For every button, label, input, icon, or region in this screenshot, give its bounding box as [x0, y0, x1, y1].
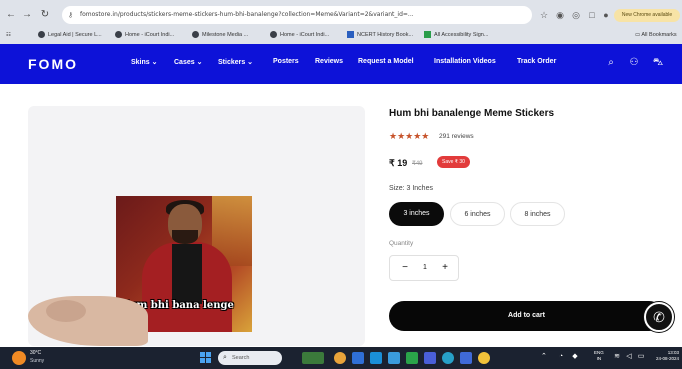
tray-app-icon[interactable]: ◔: [556, 352, 566, 362]
tray-overflow-icon[interactable]: ⌃: [541, 352, 547, 360]
browser-toolbar: ← → ↻ ⚷ fomostore.in/products/stickers-m…: [0, 4, 682, 26]
size-label: Size: 3 Inches: [389, 185, 433, 192]
size-option-6-inches[interactable]: 6 inches: [450, 202, 505, 226]
account-icon[interactable]: ⚇: [628, 57, 640, 69]
rating-stars[interactable]: ★★★★★: [389, 131, 429, 142]
profile-avatar-icon[interactable]: ●: [600, 9, 612, 21]
browser-chrome: ← → ↻ ⚷ fomostore.in/products/stickers-m…: [0, 0, 682, 44]
nav-cases[interactable]: Cases ⌄: [174, 58, 202, 66]
taskbar-search-input[interactable]: ⌕ Search: [218, 351, 282, 365]
all-bookmarks[interactable]: ▭ All Bookmarks: [635, 29, 682, 41]
site-header: FOMO Skins ⌄ Cases ⌄ Stickers ⌄ Posters …: [0, 44, 682, 84]
bookmark-item[interactable]: Legal Aid | Secure L...: [38, 29, 110, 41]
nav-request-model[interactable]: Request a Model: [358, 58, 414, 65]
address-bar[interactable]: ⚷ fomostore.in/products/stickers-meme-st…: [62, 6, 532, 24]
cart-icon[interactable]: ⛍: [652, 57, 664, 69]
reload-icon[interactable]: ↻: [38, 8, 52, 22]
sale-badge: Save ₹ 30: [437, 156, 470, 168]
site-logo[interactable]: FOMO: [28, 56, 78, 72]
forward-icon[interactable]: →: [20, 8, 34, 22]
chrome-update-badge[interactable]: New Chrome available: [614, 9, 680, 22]
nav-installation-videos[interactable]: Installation Videos: [434, 58, 496, 65]
review-count[interactable]: 291 reviews: [439, 133, 474, 140]
language-indicator[interactable]: ENG IN: [594, 350, 604, 362]
taskbar-app-icon[interactable]: [334, 352, 346, 364]
bookmarks-bar: ☷ Legal Aid | Secure L... Home - iCourt …: [0, 27, 682, 43]
taskbar-app-icon[interactable]: [388, 352, 400, 364]
taskbar-widget-icon[interactable]: [302, 352, 324, 364]
quantity-stepper: − 1 +: [389, 255, 459, 281]
windows-start-icon[interactable]: [200, 352, 212, 364]
chrome-browser-icon[interactable]: [478, 352, 490, 364]
extension-icon[interactable]: ◉: [554, 9, 566, 21]
weather-description: Sunny: [30, 358, 45, 364]
taskbar-app-icon[interactable]: [370, 352, 382, 364]
back-icon[interactable]: ←: [4, 8, 18, 22]
weather-temperature: 30°C: [30, 350, 42, 356]
quantity-value[interactable]: 1: [418, 256, 432, 280]
url-text: fomostore.in/products/stickers-meme-stic…: [80, 11, 414, 18]
tray-app-icon-2[interactable]: ◆: [570, 352, 580, 362]
increase-quantity-button[interactable]: +: [438, 256, 452, 280]
compare-price: ₹49: [412, 161, 423, 167]
nav-reviews[interactable]: Reviews: [315, 58, 343, 65]
bookmark-item[interactable]: Milestone Media ...: [192, 29, 264, 41]
edge-browser-icon[interactable]: [442, 352, 454, 364]
bookmark-item[interactable]: Home - iCourt Indi...: [270, 29, 342, 41]
bookmark-item[interactable]: NCERT History Book...: [347, 29, 419, 41]
site-info-icon[interactable]: ⚷: [68, 6, 73, 24]
wifi-icon[interactable]: ≋: [612, 352, 622, 362]
size-option-3-inches[interactable]: 3 inches: [389, 202, 444, 226]
extension-icon-2[interactable]: ◎: [570, 9, 582, 21]
taskbar-app-icon[interactable]: [460, 352, 472, 364]
taskbar-app-icon[interactable]: [352, 352, 364, 364]
battery-icon[interactable]: ▭: [636, 352, 646, 362]
quantity-label: Quantity: [389, 240, 414, 247]
weather-sun-icon[interactable]: [12, 351, 26, 365]
bookmark-item[interactable]: All Accessibility Sign...: [424, 29, 496, 41]
search-icon: ⌕: [223, 354, 227, 361]
volume-icon[interactable]: ◁: [624, 352, 634, 362]
os-taskbar: 30°C Sunny ⌕ Search ⌃ ◔ ◆ ENG IN ≋ ◁ ▭ 1…: [0, 347, 682, 369]
whatsapp-icon: ✆: [653, 309, 665, 325]
size-option-8-inches[interactable]: 8 inches: [510, 202, 565, 226]
nav-skins[interactable]: Skins ⌄: [131, 58, 158, 66]
nav-posters[interactable]: Posters: [273, 58, 299, 65]
nav-track-order[interactable]: Track Order: [517, 58, 556, 65]
nav-stickers[interactable]: Stickers ⌄: [218, 58, 253, 66]
add-to-cart-button[interactable]: Add to cart: [389, 301, 664, 331]
bookmark-item[interactable]: Home - iCourt Indi...: [115, 29, 187, 41]
extensions-puzzle-icon[interactable]: □: [586, 9, 598, 21]
apps-icon[interactable]: ☷: [6, 29, 11, 41]
decrease-quantity-button[interactable]: −: [398, 256, 412, 280]
taskbar-app-icon[interactable]: [424, 352, 436, 364]
taskbar-app-icon[interactable]: [406, 352, 418, 364]
sale-price: ₹ 19: [389, 158, 408, 168]
search-icon[interactable]: ⌕: [605, 57, 617, 69]
clock[interactable]: 13:03 24-08-2024: [656, 350, 679, 362]
bookmark-star-icon[interactable]: ☆: [538, 9, 550, 21]
product-title: Hum bhi banalenge Meme Stickers: [389, 108, 555, 119]
whatsapp-chat-button[interactable]: ✆: [644, 302, 674, 332]
